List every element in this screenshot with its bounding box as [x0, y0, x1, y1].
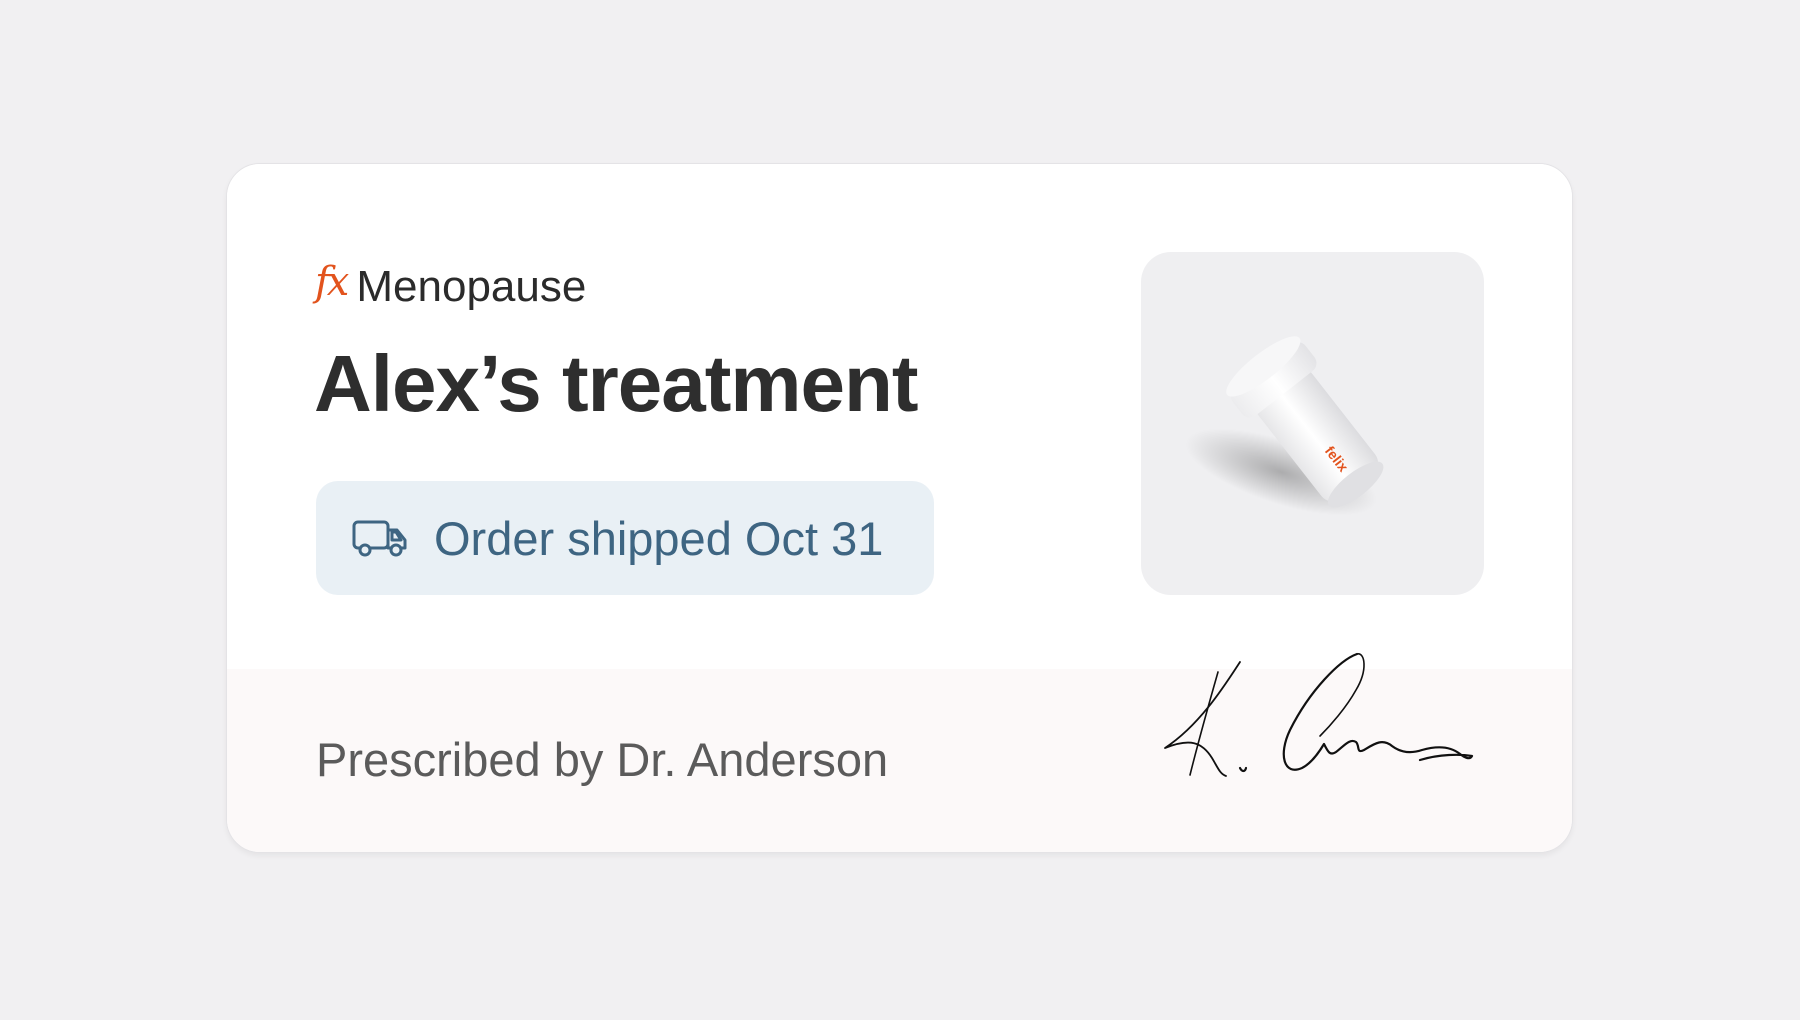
- doctor-signature-icon: [1164, 652, 1474, 777]
- treatment-title: Alex’s treatment: [314, 339, 918, 428]
- shipping-status-text: Order shipped Oct 31: [434, 511, 884, 565]
- fx-logo-icon: fx: [315, 259, 349, 305]
- medication-bottle-illustration: felix: [1185, 336, 1384, 516]
- brand-row: fx Menopause: [315, 259, 586, 315]
- brand-name: Menopause: [356, 262, 587, 311]
- prescriber-text: Prescribed by Dr. Anderson: [316, 733, 889, 786]
- truck-icon: [352, 520, 407, 557]
- product-image: felix: [1141, 252, 1484, 595]
- shipping-status-badge[interactable]: Order shipped Oct 31: [316, 481, 934, 595]
